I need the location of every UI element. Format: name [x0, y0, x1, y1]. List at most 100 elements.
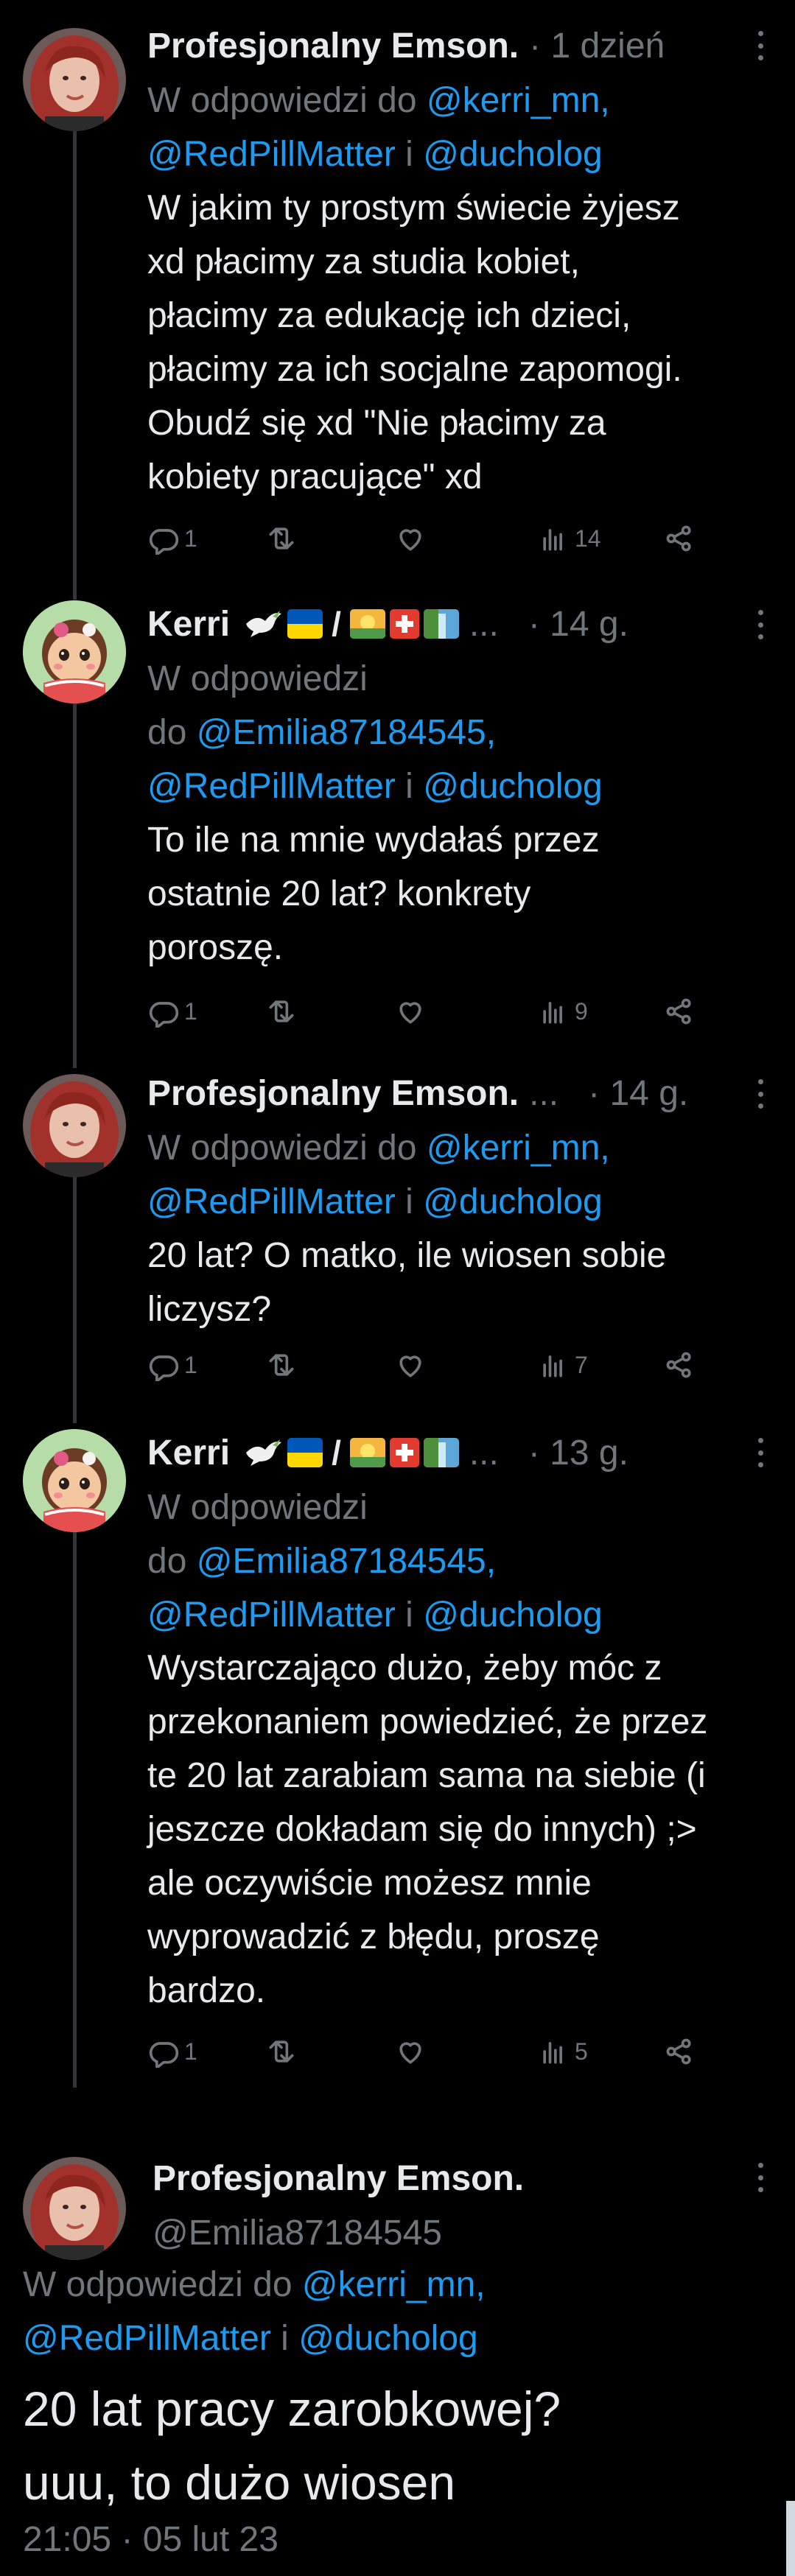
mention-link[interactable]: @ducholog	[423, 135, 603, 174]
heart-icon	[399, 2042, 421, 2064]
reply-count: 1	[184, 2038, 197, 2065]
tweet-text: Wystarczająco dużo, żeby móc z przekonan…	[147, 1649, 708, 2010]
mention-link[interactable]: @kerri_mn,	[302, 2265, 486, 2304]
author-name[interactable]: Profesjonalny Emson.	[153, 2158, 524, 2199]
author-handle[interactable]: @Emilia87184545	[153, 2213, 442, 2253]
mention-link[interactable]: @RedPillMatter	[147, 1182, 396, 1221]
tweet[interactable]: Kerri / ... · 13 g. W odpowiedzi do @Emi…	[0, 1422, 795, 2085]
more-icon[interactable]	[757, 31, 764, 60]
author-name[interactable]: Profesjonalny Emson.	[147, 1073, 519, 1114]
avatar[interactable]	[23, 600, 126, 703]
share-button[interactable]	[663, 2033, 696, 2070]
mention-link[interactable]: @kerri_mn,	[427, 1129, 610, 1168]
replying-label: W odpowiedzi	[147, 659, 368, 698]
mention-link[interactable]: @kerri_mn,	[427, 81, 610, 120]
avatar[interactable]	[23, 1074, 126, 1177]
views-button[interactable]: 14	[538, 520, 601, 557]
share-button[interactable]	[663, 1347, 696, 1383]
retweet-icon	[269, 1354, 294, 1376]
waterfall-icon	[423, 1438, 459, 1467]
avatar[interactable]	[23, 28, 126, 131]
slash-separator: /	[332, 1433, 341, 1472]
replying-label: W odpowiedzi	[147, 1488, 368, 1527]
tweet-text: To ile na mnie wydałaś przez ostatnie 20…	[147, 821, 600, 967]
tweet[interactable]: Profesjonalny Emson. · 1 dzień W odpowie…	[0, 0, 795, 589]
share-button[interactable]	[663, 993, 696, 1030]
views-button[interactable]: 9	[538, 993, 588, 1030]
tweet-time[interactable]: · 14 g.	[588, 1073, 688, 1114]
reply-button[interactable]: 1	[147, 2033, 197, 2070]
reply-icon	[149, 2042, 179, 2068]
name-ellipsis: ...	[469, 1433, 499, 1473]
sunrise-icon	[349, 609, 385, 639]
replying-to: W odpowiedzi do @Emilia87184545, @RedPil…	[147, 652, 773, 813]
tweet-time[interactable]: · 13 g.	[528, 1433, 628, 1473]
author-name[interactable]: Profesjonalny Emson.	[147, 26, 519, 66]
reply-button[interactable]: 1	[147, 520, 197, 557]
replying-and: i	[405, 1596, 413, 1635]
like-button[interactable]	[394, 2033, 427, 2070]
views-count: 9	[575, 997, 588, 1025]
swiss-flag-icon	[389, 609, 419, 639]
mention-link[interactable]: @RedPillMatter	[23, 2319, 271, 2358]
mention-link[interactable]: @ducholog	[423, 1182, 603, 1221]
name-emojis: /	[243, 1433, 459, 1473]
reply-button[interactable]: 1	[147, 993, 197, 1030]
like-button[interactable]	[394, 993, 427, 1030]
views-count: 7	[575, 1351, 588, 1378]
mention-link[interactable]: @Emilia87184545,	[197, 713, 496, 752]
tweet-actions: 1 7	[147, 1347, 707, 1383]
tweet-text-line: uuu, to dużo wiosen	[23, 2455, 456, 2510]
replying-to: W odpowiedzi do @kerri_mn, @RedPillMatte…	[147, 74, 773, 181]
tweet-time[interactable]: · 1 dzień	[529, 26, 665, 66]
views-icon	[543, 529, 563, 551]
author-name[interactable]: Kerri	[147, 1433, 230, 1473]
author-name[interactable]: Kerri	[147, 604, 230, 645]
retweet-icon	[269, 527, 294, 550]
name-ellipsis: ...	[529, 1073, 559, 1113]
focused-tweet: Profesjonalny Emson. @Emilia87184545 W o…	[0, 2092, 795, 2576]
avatar[interactable]	[23, 1429, 126, 1532]
name-emojis: /	[243, 604, 459, 644]
retweet-button[interactable]	[265, 1347, 298, 1383]
tweet[interactable]: Kerri / ... · 14 g. W odpowiedzi do @Emi…	[0, 589, 795, 1061]
more-icon[interactable]	[757, 1438, 764, 1467]
more-icon[interactable]	[757, 2163, 764, 2192]
more-icon[interactable]	[757, 610, 764, 639]
replying-do: do	[147, 713, 187, 752]
ukraine-flag-icon	[287, 1438, 323, 1467]
retweet-button[interactable]	[265, 2033, 298, 2070]
tweet-timestamp[interactable]: 21:05 · 05 lut 23	[23, 2519, 279, 2560]
reply-icon	[149, 1355, 179, 1381]
mention-link[interactable]: @RedPillMatter	[147, 767, 396, 806]
replying-label: W odpowiedzi do	[147, 81, 417, 120]
mention-link[interactable]: @ducholog	[298, 2319, 478, 2358]
mention-link[interactable]: @RedPillMatter	[147, 135, 396, 174]
retweet-icon	[269, 1000, 294, 1022]
views-button[interactable]: 5	[538, 2033, 588, 2070]
scrollbar[interactable]	[786, 2501, 795, 2576]
mention-link[interactable]: @Emilia87184545,	[197, 1542, 496, 1581]
retweet-button[interactable]	[265, 993, 298, 1030]
retweet-icon	[269, 2040, 294, 2063]
like-button[interactable]	[394, 1347, 427, 1383]
views-count: 5	[575, 2038, 588, 2065]
avatar[interactable]	[23, 2157, 126, 2260]
tweet[interactable]: Profesjonalny Emson. ... · 14 g. W odpow…	[0, 1061, 795, 1422]
retweet-button[interactable]	[265, 520, 298, 557]
dove-icon	[246, 1439, 282, 1466]
mention-link[interactable]: @ducholog	[423, 1596, 603, 1635]
tweet-actions: 1 5	[147, 2033, 707, 2070]
views-button[interactable]: 7	[538, 1347, 588, 1383]
mention-link[interactable]: @RedPillMatter	[147, 1596, 396, 1635]
views-icon	[543, 1355, 563, 1378]
mention-link[interactable]: @ducholog	[423, 767, 603, 806]
replying-to: W odpowiedzi do @Emilia87184545, @RedPil…	[147, 1481, 773, 1642]
like-button[interactable]	[394, 520, 427, 557]
slash-separator: /	[332, 605, 341, 643]
more-icon[interactable]	[757, 1079, 764, 1109]
share-button[interactable]	[663, 520, 696, 557]
reply-button[interactable]: 1	[147, 1347, 197, 1383]
replying-to: W odpowiedzi do @kerri_mn, @RedPillMatte…	[23, 2258, 773, 2365]
tweet-time[interactable]: · 14 g.	[528, 604, 628, 645]
